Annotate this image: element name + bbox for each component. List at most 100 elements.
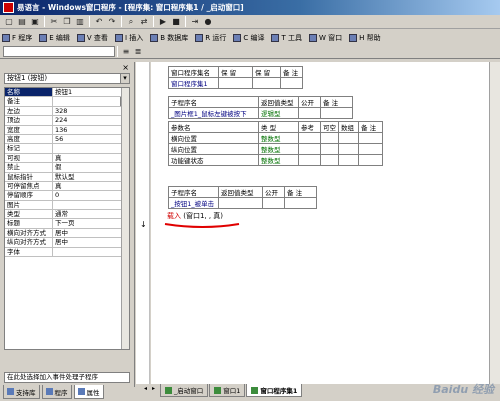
property-row[interactable]: 横向对齐方式 居中 (5, 228, 129, 239)
breakpoint-icon[interactable]: ● (202, 16, 214, 28)
tab-next-icon[interactable]: ▸ (150, 385, 157, 393)
property-row[interactable]: 禁止假 (5, 163, 129, 173)
property-name: 可停留焦点 (5, 181, 53, 191)
menu-insert[interactable]: I 插入 (114, 33, 143, 43)
property-row[interactable]: 可停留焦点真 (5, 181, 129, 192)
property-row[interactable]: 类型 通常 (5, 210, 129, 220)
undo-icon[interactable]: ↶ (93, 16, 105, 28)
property-name: 停留顺序 (5, 191, 53, 200)
property-value[interactable]: 328 (53, 107, 129, 115)
property-name: 横向对齐方式 (5, 228, 53, 238)
property-value[interactable]: … (53, 97, 129, 106)
property-value-text: 136 (55, 125, 68, 134)
tab-prev-icon[interactable]: ◂ (142, 385, 149, 393)
stop-icon[interactable]: ■ (170, 16, 182, 28)
property-value-text: 0 (55, 191, 60, 200)
property-value[interactable] (53, 248, 129, 256)
property-row[interactable]: 停留顺序 0 (5, 191, 129, 201)
toolbar-combo[interactable] (3, 46, 115, 57)
align-right-icon[interactable]: ≣ (132, 46, 144, 58)
menu-database[interactable]: B 数据库 (150, 33, 188, 43)
property-name: 备注 (5, 97, 53, 106)
edit-menu-icon (39, 33, 48, 42)
property-row[interactable]: 标记 (5, 144, 129, 154)
menu-view[interactable]: V 查看 (76, 33, 108, 43)
property-value[interactable]: 0 (53, 191, 129, 199)
property-value-text: 真 (55, 181, 62, 190)
find-icon[interactable]: ⌕ (125, 16, 137, 28)
toolbar-separator (121, 16, 122, 27)
window-icon (214, 386, 222, 394)
property-row[interactable]: 鼠标指针 默认型 (5, 172, 129, 182)
property-row[interactable]: 图片 (5, 200, 129, 211)
property-value[interactable] (53, 144, 129, 152)
menu-help[interactable]: H 帮助 (349, 33, 381, 43)
property-scrollbar[interactable] (121, 88, 129, 349)
property-name: 图片 (5, 200, 53, 210)
property-row[interactable]: 高度 56 (5, 134, 129, 145)
property-row[interactable]: 宽度 136 (5, 125, 129, 135)
editor-scrollbar[interactable] (489, 62, 500, 384)
redo-icon[interactable]: ↷ (106, 16, 118, 28)
menu-run[interactable]: R 运行 (195, 33, 226, 43)
property-value[interactable]: 居中 (53, 229, 129, 237)
cut-icon[interactable]: ✂ (48, 16, 60, 28)
property-value[interactable]: 默认型 (53, 173, 129, 181)
tab-assembly1[interactable]: 窗口程序集1 (246, 384, 303, 397)
property-name: 鼠标指针 (5, 172, 53, 181)
property-value[interactable]: 通常 (53, 210, 129, 218)
copy-icon[interactable]: ❐ (61, 16, 73, 28)
property-value[interactable]: 56 (53, 135, 129, 143)
menu-edit[interactable]: E 编辑 (39, 33, 70, 43)
save-icon[interactable]: ▣ (29, 16, 41, 28)
new-file-icon[interactable]: ▢ (3, 16, 15, 28)
menu-window[interactable]: W 窗口 (309, 33, 342, 43)
tab-nav: ◂ ▸ (140, 384, 159, 394)
property-value[interactable]: 按钮1 (53, 88, 129, 96)
tab-support-library[interactable]: 支持库 (3, 385, 40, 399)
property-row[interactable]: 字体 (5, 247, 129, 258)
toolbar-separator (89, 16, 90, 27)
property-name: 名称 (5, 88, 53, 97)
menu-tools[interactable]: T 工具 (271, 33, 302, 43)
paste-icon[interactable]: ▥ (74, 16, 86, 28)
align-left-icon[interactable]: ≡ (120, 46, 132, 58)
close-icon[interactable]: × (122, 63, 129, 72)
window-title: 易语言 - Windows窗口程序 - [程序集: 窗口程序集1 / _启动窗口… (17, 3, 244, 12)
property-value[interactable]: 真 (53, 182, 129, 190)
property-row[interactable]: 标题 下一页 (5, 219, 129, 229)
property-value[interactable]: 下一页 (53, 219, 129, 227)
object-select[interactable]: 按钮1 (按钮) ▾ (4, 73, 130, 84)
property-value[interactable]: 224 (53, 116, 129, 124)
chevron-down-icon[interactable]: ▾ (120, 74, 129, 83)
menu-compile[interactable]: C 编译 (233, 33, 264, 43)
replace-icon[interactable]: ⇄ (138, 16, 150, 28)
event-select[interactable]: 在此处选择加入事件处理子程序 (4, 372, 130, 383)
tab-program[interactable]: 程序 (41, 385, 72, 399)
view-menu-icon (76, 33, 85, 42)
property-row[interactable]: 顶边 224 (5, 116, 129, 126)
property-value[interactable]: 真 (53, 154, 129, 162)
property-row[interactable]: 纵向对齐方式 居中 (5, 238, 129, 248)
property-row[interactable]: 名称 按钮1 (5, 88, 129, 98)
step-icon[interactable]: ⇥ (189, 16, 201, 28)
property-row[interactable]: 可视真 (5, 153, 129, 164)
insert-menu-icon (114, 33, 123, 42)
tab-properties[interactable]: 属性 (73, 385, 104, 399)
current-line-arrow-icon: ↓ (140, 220, 147, 229)
tab-window1[interactable]: 窗口1 (209, 384, 246, 397)
property-value[interactable] (53, 201, 129, 209)
menu-program[interactable]: F 程序 (2, 33, 32, 43)
property-value[interactable]: 假 (53, 163, 129, 171)
open-file-icon[interactable]: ▤ (16, 16, 28, 28)
run-icon[interactable]: ▶ (157, 16, 169, 28)
property-value[interactable]: 居中 (53, 238, 129, 246)
property-value-text: 按钮1 (55, 88, 73, 96)
property-value-text: 224 (55, 116, 68, 125)
property-value[interactable]: 136 (53, 126, 129, 134)
toolbar-separator (153, 16, 154, 27)
property-row[interactable]: 备注… (5, 97, 129, 107)
property-value-text: 居中 (55, 228, 68, 237)
property-row[interactable]: 左边 328 (5, 106, 129, 117)
tab-startup-window[interactable]: _启动窗口 (160, 384, 209, 397)
